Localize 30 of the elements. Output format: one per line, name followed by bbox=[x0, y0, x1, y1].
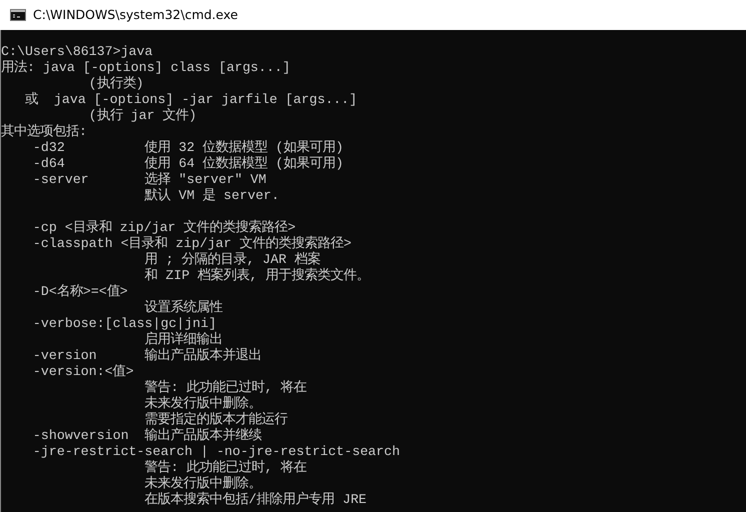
console-line: 需要指定的版本才能运行 bbox=[144, 412, 288, 428]
console-line: 或 java [-options] -jar jarfile [args...] bbox=[24, 92, 358, 108]
console-line: 在版本搜索中包括/排除用户专用 JRE bbox=[144, 492, 367, 508]
console-line: 和 ZIP 档案列表, 用于搜索类文件。 bbox=[144, 268, 370, 284]
console-line: 其中选项包括: bbox=[1, 124, 87, 140]
console-line: 警告: 此功能已过时, 将在 bbox=[144, 460, 307, 476]
console-line: -cp <目录和 zip/jar 文件的类搜索路径> bbox=[32, 220, 296, 236]
console-line: -classpath <目录和 zip/jar 文件的类搜索路径> bbox=[32, 236, 352, 252]
console-line: 设置系统属性 bbox=[144, 300, 223, 316]
console-line: -version:<值> bbox=[32, 364, 134, 380]
console-line: C:\Users\86137>java bbox=[1, 44, 153, 60]
console-line: 默认 VM 是 server. bbox=[144, 188, 280, 204]
console-app-icon bbox=[10, 9, 26, 21]
console-line: 警告: 此功能已过时, 将在 bbox=[144, 380, 307, 396]
console-line: (执行类) bbox=[88, 76, 144, 92]
console-line: 未来发行版中删除。 bbox=[144, 476, 262, 492]
console-line: -d64 使用 64 位数据模型 (如果可用) bbox=[32, 156, 344, 172]
console-line: 用 ; 分隔的目录, JAR 档案 bbox=[144, 252, 320, 268]
console-line: (执行 jar 文件) bbox=[88, 108, 197, 124]
console-line: -D<名称>=<值> bbox=[32, 284, 128, 300]
window-title: C:\WINDOWS\system32\cmd.exe bbox=[33, 6, 238, 24]
console-line: -server 选择 "server" VM bbox=[32, 172, 266, 188]
console-line: 启用详细输出 bbox=[144, 332, 223, 348]
console-line: -verbose:[class|gc|jni] bbox=[32, 316, 216, 332]
console-line: 用法: java [-options] class [args...] bbox=[1, 60, 290, 76]
console-line: -jre-restrict-search | -no-jre-restrict-search bbox=[32, 444, 400, 460]
console-line: -version 输出产品版本并退出 bbox=[32, 348, 262, 364]
console-line: 未来发行版中删除。 bbox=[144, 396, 262, 412]
console-line: -showversion 输出产品版本并继续 bbox=[32, 428, 262, 444]
console-line: -d32 使用 32 位数据模型 (如果可用) bbox=[32, 140, 344, 156]
